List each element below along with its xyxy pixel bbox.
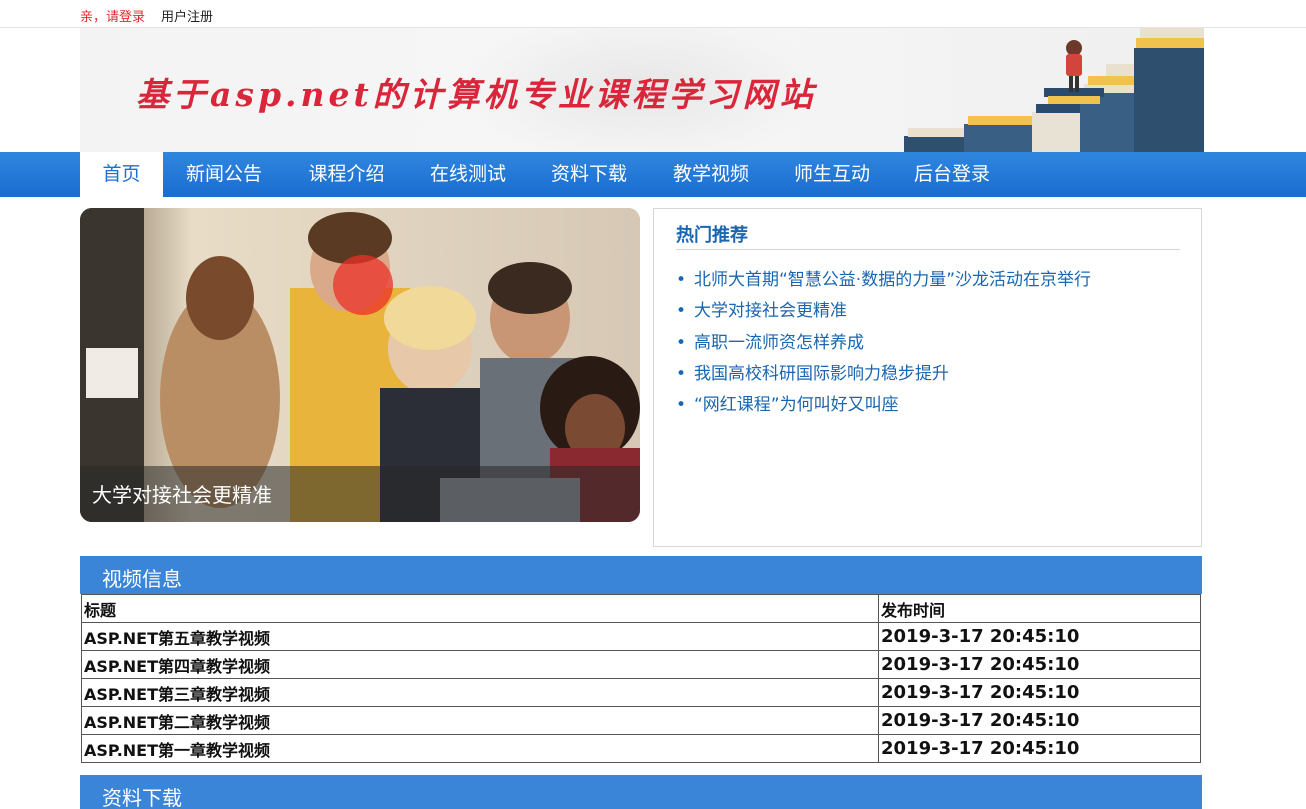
nav-item-3[interactable]: 在线测试: [408, 152, 528, 197]
hot-recommend-title: 热门推荐: [676, 225, 748, 246]
video-title-cell[interactable]: ASP.NET第四章教学视频: [81, 650, 879, 679]
banner: 基于asp.net的计算机专业课程学习网站: [80, 28, 1204, 152]
video-section-header: 视频信息: [80, 556, 1202, 594]
hot-recommend-list: • 北师大首期“智慧公益·数据的力量”沙龙活动在京举行 • 大学对接社会更精准 • 高职一…: [676, 265, 1091, 421]
hot-recommend-link[interactable]: 高职一流师资怎样养成: [694, 333, 864, 353]
bullet-icon: •: [676, 363, 687, 384]
video-date-cell: 2019-3-17 20:45:10: [878, 622, 1201, 651]
video-date-cell: 2019-3-17 20:45:10: [878, 734, 1201, 763]
table-row[interactable]: ASP.NET第五章教学视频 2019-3-17 20:45:10: [81, 622, 1201, 651]
table-header-row: 标题 发布时间: [81, 594, 1201, 623]
top-bar: 亲，请登录 用户注册: [0, 0, 1306, 28]
video-date-cell: 2019-3-17 20:45:10: [878, 650, 1201, 679]
column-header-date: 发布时间: [878, 594, 1201, 623]
list-item: • 高职一流师资怎样养成: [676, 328, 1091, 359]
main-nav: 首页 新闻公告 课程介绍 在线测试 资料下载 教学视频 师生互动 后台登录: [0, 152, 1306, 197]
bullet-icon: •: [676, 270, 687, 290]
hot-recommend-link[interactable]: 我国高校科研国际影响力稳步提升: [694, 364, 949, 384]
table-row[interactable]: ASP.NET第二章教学视频 2019-3-17 20:45:10: [81, 706, 1201, 735]
divider: [676, 249, 1180, 250]
table-row[interactable]: ASP.NET第四章教学视频 2019-3-17 20:45:10: [81, 650, 1201, 679]
video-date-cell: 2019-3-17 20:45:10: [878, 678, 1201, 707]
list-item: • “网红课程”为何叫好又叫座: [676, 390, 1091, 421]
video-title-cell[interactable]: ASP.NET第五章教学视频: [81, 622, 879, 651]
bullet-icon: •: [676, 395, 687, 416]
bullet-icon: •: [676, 332, 687, 353]
nav-item-5[interactable]: 教学视频: [650, 152, 772, 197]
slider-caption[interactable]: 大学对接社会更精准: [92, 479, 272, 508]
nav-item-7[interactable]: 后台登录: [892, 152, 1012, 197]
hot-recommend-link[interactable]: “网红课程”为何叫好又叫座: [694, 395, 899, 415]
nav-item-0[interactable]: 首页: [80, 152, 163, 197]
video-date-cell: 2019-3-17 20:45:10: [878, 706, 1201, 735]
login-link[interactable]: 亲，请登录: [80, 6, 145, 25]
list-item: • 北师大首期“智慧公益·数据的力量”沙龙活动在京举行: [676, 265, 1091, 296]
nav-item-1[interactable]: 新闻公告: [163, 152, 285, 197]
table-row[interactable]: ASP.NET第一章教学视频 2019-3-17 20:45:10: [81, 734, 1201, 763]
register-link[interactable]: 用户注册: [161, 6, 213, 25]
video-title-cell[interactable]: ASP.NET第二章教学视频: [81, 706, 879, 735]
nav-item-4[interactable]: 资料下载: [528, 152, 650, 197]
list-item: • 大学对接社会更精准: [676, 296, 1091, 327]
download-section-header: 资料下载: [80, 775, 1202, 809]
video-title-cell[interactable]: ASP.NET第三章教学视频: [81, 678, 879, 707]
news-slider[interactable]: 大学对接社会更精准: [80, 208, 640, 522]
books-illustration: [904, 28, 1204, 152]
list-item: • 我国高校科研国际影响力稳步提升: [676, 359, 1091, 390]
table-row[interactable]: ASP.NET第三章教学视频 2019-3-17 20:45:10: [81, 678, 1201, 707]
video-table: 标题 发布时间 ASP.NET第五章教学视频 2019-3-17 20:45:10…: [81, 594, 1201, 763]
page: 亲，请登录 用户注册 基于asp.net的计算机专业课程学习网站 首页 新闻公告…: [0, 0, 1306, 809]
video-section-title: 视频信息: [102, 567, 182, 591]
bullet-icon: •: [676, 301, 687, 322]
video-title-cell[interactable]: ASP.NET第一章教学视频: [81, 734, 879, 763]
download-section-title: 资料下载: [102, 786, 182, 809]
hot-recommend-link[interactable]: 大学对接社会更精准: [694, 301, 847, 321]
hot-recommend-panel: 热门推荐 • 北师大首期“智慧公益·数据的力量”沙龙活动在京举行 • 大学对接社会更精…: [653, 208, 1202, 547]
hot-recommend-link[interactable]: 北师大首期“智慧公益·数据的力量”沙龙活动在京举行: [694, 270, 1091, 290]
site-title: 基于asp.net的计算机专业课程学习网站: [136, 75, 817, 114]
column-header-title: 标题: [81, 594, 879, 623]
nav-item-2[interactable]: 课程介绍: [285, 152, 408, 197]
nav-item-6[interactable]: 师生互动: [772, 152, 892, 197]
